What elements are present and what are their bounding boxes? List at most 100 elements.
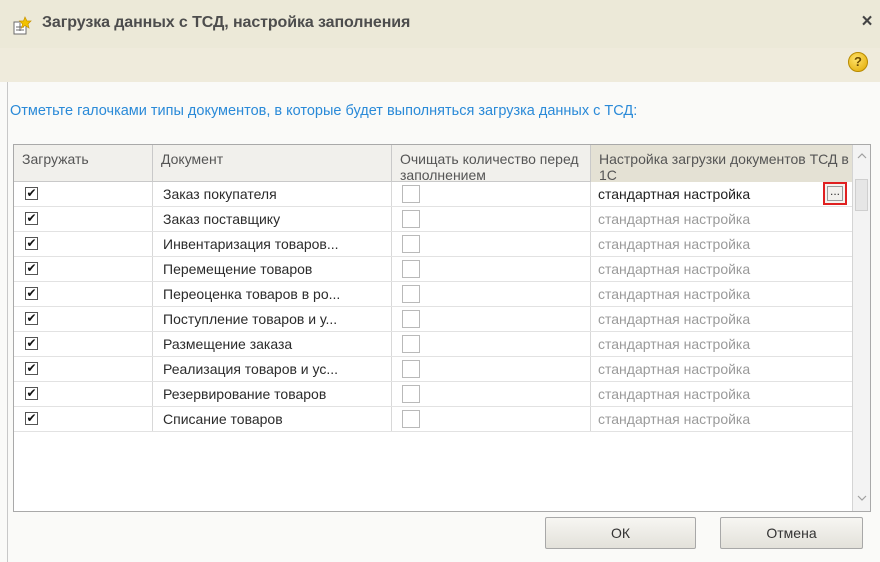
clear-quantity-checkbox[interactable] — [402, 210, 420, 228]
load-setting-cell[interactable]: стандартная настройка — [591, 207, 852, 231]
instruction-text: Отметьте галочками типы документов, в ко… — [10, 103, 638, 119]
load-setting-value: стандартная настройка — [598, 261, 751, 277]
toolbar — [0, 48, 880, 82]
clear-quantity-checkbox[interactable] — [402, 185, 420, 203]
scroll-thumb[interactable] — [855, 179, 868, 211]
clear-quantity-cell — [392, 357, 591, 381]
close-button[interactable]: × — [858, 11, 876, 33]
load-cell: ✔ — [14, 257, 153, 281]
table-row[interactable]: ✔ Поступление товаров и у... стандартная н… — [14, 307, 852, 332]
load-setting-value: стандартная настройка — [598, 186, 751, 202]
load-checkbox[interactable]: ✔ — [25, 387, 38, 400]
load-cell: ✔ — [14, 382, 153, 406]
document-name: Реализация товаров и ус... — [163, 361, 339, 377]
clear-quantity-checkbox[interactable] — [402, 335, 420, 353]
document-cell[interactable]: Перемещение товаров — [153, 257, 392, 281]
table-row[interactable]: ✔ Переоценка товаров в ро... стандартная н… — [14, 282, 852, 307]
clear-quantity-checkbox[interactable] — [402, 410, 420, 428]
table-row[interactable]: ✔ Списание товаров стандартная настройка — [14, 407, 852, 432]
clear-quantity-cell — [392, 182, 591, 206]
load-checkbox[interactable]: ✔ — [25, 337, 38, 350]
load-setting-cell[interactable]: стандартная настройка — [591, 407, 852, 431]
document-name: Инвентаризация товаров... — [163, 236, 339, 252]
document-cell[interactable]: Реализация товаров и ус... — [153, 357, 392, 381]
document-cell[interactable]: Переоценка товаров в ро... — [153, 282, 392, 306]
title-bar: Загрузка данных с ТСД, настройка заполне… — [0, 0, 880, 48]
load-checkbox[interactable]: ✔ — [25, 362, 38, 375]
document-cell[interactable]: Размещение заказа — [153, 332, 392, 356]
load-setting-value: стандартная настройка — [598, 311, 751, 327]
load-setting-cell[interactable]: стандартная настройка — [591, 257, 852, 281]
load-setting-value: стандартная настройка — [598, 361, 751, 377]
cancel-button[interactable]: Отмена — [720, 517, 863, 549]
document-name: Заказ покупателя — [163, 186, 277, 202]
column-header-document[interactable]: Документ — [153, 145, 392, 182]
scroll-down-arrow-icon[interactable] — [853, 487, 870, 511]
document-name: Размещение заказа — [163, 336, 293, 352]
document-types-table: Загружать Документ Очищать количество пе… — [13, 144, 871, 512]
load-checkbox[interactable]: ✔ — [25, 312, 38, 325]
vertical-scrollbar[interactable] — [852, 145, 870, 511]
load-setting-cell[interactable]: стандартная настройка — [591, 357, 852, 381]
clear-quantity-checkbox[interactable] — [402, 360, 420, 378]
load-checkbox[interactable]: ✔ — [25, 187, 38, 200]
load-setting-cell[interactable]: стандартная настройка — [591, 232, 852, 256]
ok-button[interactable]: ОК — [545, 517, 696, 549]
clear-quantity-cell — [392, 232, 591, 256]
table-row[interactable]: ✔ Заказ покупателя стандартная настройка..… — [14, 182, 852, 207]
load-cell: ✔ — [14, 182, 153, 206]
table-row[interactable]: ✔ Перемещение товаров стандартная настройк… — [14, 257, 852, 282]
load-checkbox[interactable]: ✔ — [25, 212, 38, 225]
dialog-window: Загрузка данных с ТСД, настройка заполне… — [0, 0, 880, 562]
document-name: Списание товаров — [163, 411, 283, 427]
load-setting-value: стандартная настройка — [598, 286, 751, 302]
load-cell: ✔ — [14, 207, 153, 231]
table-row[interactable]: ✔ Реализация товаров и ус... стандартная н… — [14, 357, 852, 382]
load-setting-value: стандартная настройка — [598, 211, 751, 227]
table-header: Загружать Документ Очищать количество пе… — [14, 145, 852, 183]
clear-quantity-checkbox[interactable] — [402, 385, 420, 403]
document-cell[interactable]: Инвентаризация товаров... — [153, 232, 392, 256]
document-name: Переоценка товаров в ро... — [163, 286, 341, 302]
load-checkbox[interactable]: ✔ — [25, 262, 38, 275]
load-setting-value: стандартная настройка — [598, 386, 751, 402]
document-cell[interactable]: Резервирование товаров — [153, 382, 392, 406]
document-name: Резервирование товаров — [163, 386, 327, 402]
clear-quantity-cell — [392, 257, 591, 281]
load-setting-cell[interactable]: стандартная настройка — [591, 382, 852, 406]
load-setting-cell[interactable]: стандартная настройка — [591, 282, 852, 306]
document-cell[interactable]: Заказ поставщику — [153, 207, 392, 231]
load-setting-cell[interactable]: стандартная настройка — [591, 332, 852, 356]
table-row[interactable]: ✔ Заказ поставщику стандартная настройка — [14, 207, 852, 232]
help-icon[interactable]: ? — [848, 52, 868, 72]
table-row[interactable]: ✔ Размещение заказа стандартная настройка — [14, 332, 852, 357]
clear-quantity-cell — [392, 282, 591, 306]
load-setting-value: стандартная настройка — [598, 336, 751, 352]
document-cell[interactable]: Заказ покупателя — [153, 182, 392, 206]
load-checkbox[interactable]: ✔ — [25, 287, 38, 300]
table-row[interactable]: ✔ Инвентаризация товаров... стандартная на… — [14, 232, 852, 257]
clear-quantity-checkbox[interactable] — [402, 260, 420, 278]
column-header-load[interactable]: Загружать — [14, 145, 153, 182]
load-cell: ✔ — [14, 332, 153, 356]
table-row[interactable]: ✔ Резервирование товаров стандартная настр… — [14, 382, 852, 407]
document-cell[interactable]: Поступление товаров и у... — [153, 307, 392, 331]
load-setting-value: стандартная настройка — [598, 411, 751, 427]
load-cell: ✔ — [14, 307, 153, 331]
load-cell: ✔ — [14, 357, 153, 381]
select-setting-button[interactable]: ... — [823, 182, 847, 205]
column-header-clear-quantity[interactable]: Очищать количество перед заполнением — [392, 145, 591, 183]
column-header-load-setting[interactable]: Настройка загрузки документов ТСД в 1С — [591, 145, 852, 183]
load-checkbox[interactable]: ✔ — [25, 237, 38, 250]
clear-quantity-checkbox[interactable] — [402, 285, 420, 303]
load-setting-cell[interactable]: стандартная настройка... — [591, 182, 852, 206]
clear-quantity-cell — [392, 207, 591, 231]
clear-quantity-cell — [392, 407, 591, 431]
clear-quantity-checkbox[interactable] — [402, 235, 420, 253]
clear-quantity-checkbox[interactable] — [402, 310, 420, 328]
load-setting-cell[interactable]: стандартная настройка — [591, 307, 852, 331]
load-checkbox[interactable]: ✔ — [25, 412, 38, 425]
document-cell[interactable]: Списание товаров — [153, 407, 392, 431]
clear-quantity-cell — [392, 382, 591, 406]
scroll-up-arrow-icon[interactable] — [853, 145, 870, 169]
